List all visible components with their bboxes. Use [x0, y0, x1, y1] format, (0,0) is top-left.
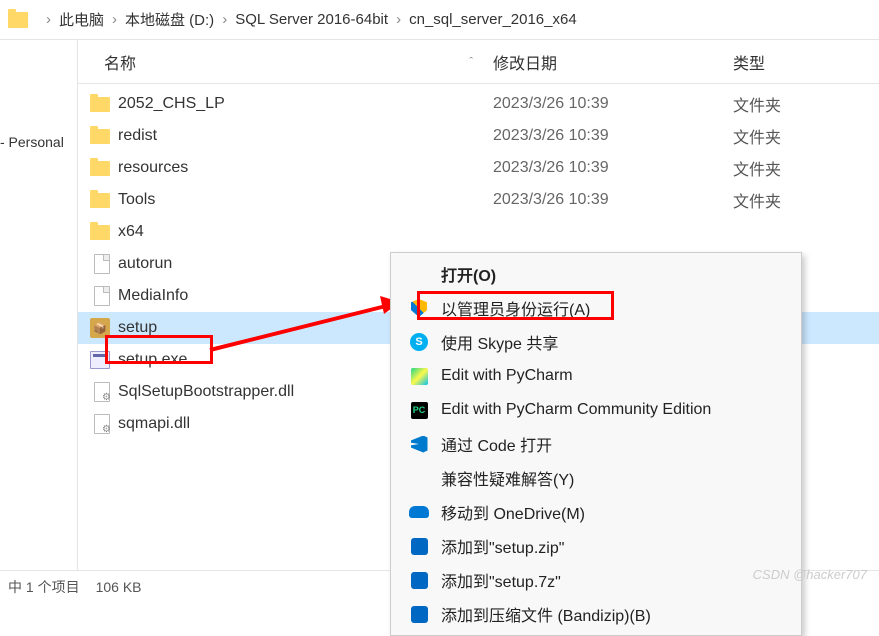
folder-icon [90, 161, 110, 176]
chevron-right-icon: › [222, 11, 227, 28]
column-header-date[interactable]: 修改日期 [493, 50, 733, 74]
file-date: 2023/3/26 10:39 [493, 127, 733, 145]
column-header-name[interactable]: 名称 ˆ [78, 50, 493, 74]
column-headers: 名称 ˆ 修改日期 类型 [78, 40, 879, 84]
breadcrumb-item[interactable]: cn_sql_server_2016_x64 [409, 11, 577, 28]
file-type: 文件夹 [733, 124, 781, 148]
context-menu-item[interactable]: 以管理员身份运行(A) [393, 291, 799, 325]
folder-icon [90, 97, 110, 112]
chevron-right-icon: › [396, 11, 401, 28]
file-icon [94, 254, 110, 274]
pycharm-ce-icon: PC [411, 402, 428, 419]
pycharm-icon [411, 368, 428, 385]
file-type: 文件夹 [733, 92, 781, 116]
status-selection: 中 1 个项目 [8, 577, 80, 597]
sidebar-item[interactable]: - Personal [0, 130, 77, 154]
shield-icon [411, 299, 427, 317]
exe-icon [90, 351, 110, 369]
file-icon [94, 286, 110, 306]
context-menu-item[interactable]: 添加到"setup.7z" [393, 563, 799, 597]
file-row[interactable]: 2052_CHS_LP 2023/3/26 10:39 文件夹 [78, 88, 879, 120]
file-name: 2052_CHS_LP [118, 95, 493, 113]
context-menu-item[interactable]: S 使用 Skype 共享 [393, 325, 799, 359]
status-size: 106 KB [96, 579, 142, 595]
file-row[interactable]: x64 [78, 216, 879, 248]
file-name: resources [118, 159, 493, 177]
bandizip-icon [411, 572, 428, 589]
file-type: 文件夹 [733, 188, 781, 212]
folder-icon [90, 225, 110, 240]
file-date: 2023/3/26 10:39 [493, 159, 733, 177]
watermark: CSDN @hacker707 [753, 567, 867, 582]
context-menu-item[interactable]: 打开(O) [393, 257, 799, 291]
vscode-icon [411, 436, 428, 453]
sort-indicator-icon: ˆ [469, 56, 473, 68]
context-menu-item[interactable]: Edit with PyCharm [393, 359, 799, 393]
breadcrumb-item[interactable]: 本地磁盘 (D:) [125, 9, 214, 30]
dll-icon [94, 414, 110, 434]
context-menu-item[interactable]: 添加到"setup.zip" [393, 529, 799, 563]
file-name: redist [118, 127, 493, 145]
menu-item-label: 使用 Skype 共享 [441, 330, 785, 354]
file-date: 2023/3/26 10:39 [493, 191, 733, 209]
breadcrumb[interactable]: › 此电脑 › 本地磁盘 (D:) › SQL Server 2016-64bi… [0, 0, 879, 40]
menu-item-label: 添加到"setup.7z" [441, 568, 785, 592]
file-type: 文件夹 [733, 156, 781, 180]
chevron-right-icon: › [112, 11, 117, 28]
file-date: 2023/3/26 10:39 [493, 95, 733, 113]
menu-item-label: 添加到"setup.zip" [441, 534, 785, 558]
folder-icon [90, 129, 110, 144]
bandizip-icon [411, 538, 428, 555]
context-menu-item[interactable]: 移动到 OneDrive(M) [393, 495, 799, 529]
onedrive-icon [409, 506, 429, 518]
column-header-type[interactable]: 类型 [733, 50, 879, 74]
file-row[interactable]: redist 2023/3/26 10:39 文件夹 [78, 120, 879, 152]
menu-item-label: 通过 Code 打开 [441, 432, 785, 456]
installer-icon: 📦 [90, 318, 110, 338]
context-menu-item[interactable]: PC Edit with PyCharm Community Edition [393, 393, 799, 427]
menu-item-label: 兼容性疑难解答(Y) [441, 466, 785, 490]
menu-item-label: 以管理员身份运行(A) [441, 296, 785, 320]
file-row[interactable]: Tools 2023/3/26 10:39 文件夹 [78, 184, 879, 216]
context-menu-item[interactable]: 通过 Code 打开 [393, 427, 799, 461]
menu-item-label: 添加到压缩文件 (Bandizip)(B) [441, 602, 785, 626]
breadcrumb-item[interactable]: 此电脑 [59, 9, 104, 30]
breadcrumb-item[interactable]: SQL Server 2016-64bit [235, 11, 388, 28]
menu-item-label: 打开(O) [441, 262, 785, 286]
context-menu: 打开(O) 以管理员身份运行(A) S 使用 Skype 共享 Edit wit… [390, 252, 802, 636]
context-menu-item[interactable]: 添加到压缩文件 (Bandizip)(B) [393, 597, 799, 631]
folder-icon [90, 193, 110, 208]
folder-icon [8, 12, 28, 28]
skype-icon: S [410, 333, 428, 351]
menu-item-label: Edit with PyCharm [441, 367, 785, 385]
bandizip-icon [411, 606, 428, 623]
dll-icon [94, 382, 110, 402]
file-row[interactable]: resources 2023/3/26 10:39 文件夹 [78, 152, 879, 184]
menu-item-label: 移动到 OneDrive(M) [441, 500, 785, 524]
file-name: x64 [118, 223, 493, 241]
column-label: 名称 [104, 50, 136, 74]
context-menu-item[interactable]: 兼容性疑难解答(Y) [393, 461, 799, 495]
file-name: Tools [118, 191, 493, 209]
menu-item-label: Edit with PyCharm Community Edition [441, 401, 785, 419]
chevron-right-icon: › [46, 11, 51, 28]
sidebar: - Personal [0, 40, 78, 570]
